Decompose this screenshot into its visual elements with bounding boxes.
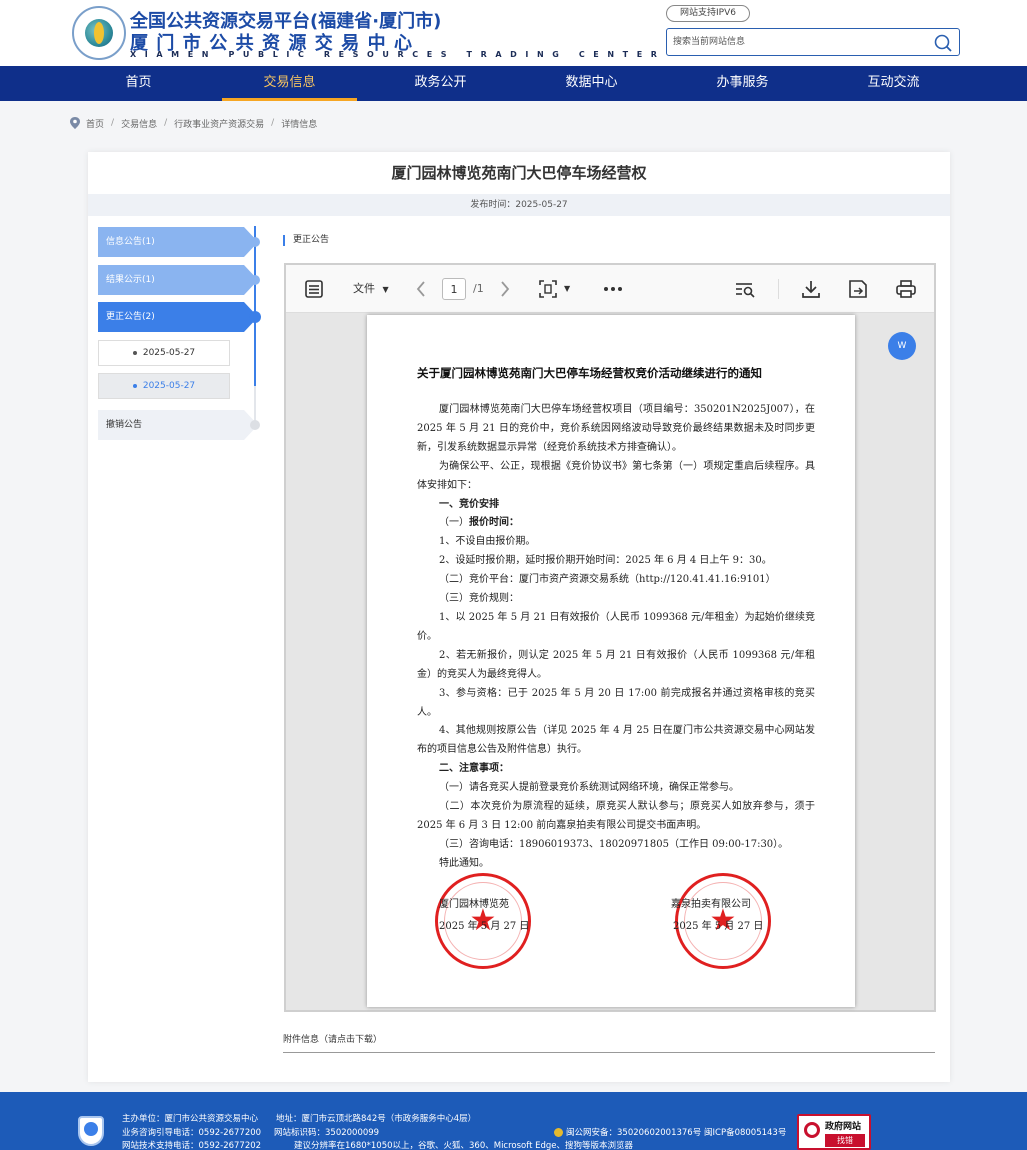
timeline-dot-active [249, 311, 261, 323]
site-subtitle-en: XIAMEN PUBLIC RESOURCES TRADING CENTER [130, 50, 666, 59]
page-title: 厦门园林博览苑南门大巴停车场经营权 [391, 164, 647, 182]
attachment-label: 附件信息（请点击下载） [283, 1035, 383, 1045]
breadcrumb-asset-trade[interactable]: 行政事业资产资源交易 [174, 117, 264, 130]
search-box [666, 28, 960, 56]
doc-line: 特此通知。 [439, 857, 489, 869]
document-title: 关于厦门园林博览苑南门大巴停车场经营权竞价活动继续进行的通知 [417, 366, 762, 380]
sidebar-subitem-date[interactable]: 2025-05-27 [98, 340, 230, 366]
breadcrumb-home[interactable]: 首页 [86, 117, 104, 130]
timeline-dot [250, 237, 260, 247]
page-total: /1 [473, 282, 484, 295]
doc-line: （二）本次竞价为原流程的延续，原竞买人默认参与；原竞买人如放弃参与，须于 202… [417, 801, 815, 831]
breadcrumb: 首页 / 交易信息 / 行政事业资产资源交易 / 详情信息 [70, 115, 317, 131]
detail-card: 厦门园林博览苑南门大巴停车场经营权 发布时间：2025-05-27 信息公告(1… [88, 152, 950, 1082]
breadcrumb-separator: / [271, 118, 275, 128]
search-document-icon[interactable] [734, 279, 756, 299]
doc-line: 3、参与资格：已于 2025 年 5 月 20 日 17:00 前完成报名并通过… [417, 687, 815, 718]
timeline-dot [250, 420, 260, 430]
breadcrumb-separator: / [164, 118, 168, 128]
prev-page-icon[interactable] [414, 279, 428, 299]
pdf-toolbar: 文件 ▼ /1 ▼ [286, 265, 934, 313]
doc-line: 2、若无新报价，则认定 2025 年 5 月 21 日有效报价（人民币 1099… [417, 649, 815, 680]
doc-line: （二）竞价平台：厦门市资产资源交易系统（http://120.41.41.16:… [439, 574, 776, 586]
doc-paragraph: 厦门园林博览苑南门大巴停车场经营权项目（项目编号：350201N2025J007… [417, 404, 815, 453]
search-input[interactable] [673, 33, 923, 51]
doc-line: 1、不设自由报价期。 [439, 536, 536, 548]
section-label: 更正公告 [283, 235, 329, 246]
footer-address: 地址：厦门市云顶北路842号（市政务服务中心4层） [276, 1114, 477, 1124]
magnifier-icon [804, 1122, 820, 1138]
site-header: 全国公共资源交易平台(福建省·厦门市) 厦门市公共资源交易中心 XIAMEN P… [0, 0, 1027, 66]
signature-left: 厦门园林博览苑 [439, 899, 509, 910]
doc-line: 4、其他规则按原公告（详见 2025 年 4 月 25 日在厦门市公共资源交易中… [417, 725, 815, 756]
print-icon[interactable] [895, 279, 917, 299]
doc-paragraph: 为确保公平、公正，现根据《竞价协议书》第七条第（一）项规定重启后续程序。具体安排… [417, 460, 815, 491]
doc-line: 1、以 2025 年 5 月 21 日有效报价（人民币 1099368 元/年租… [417, 611, 815, 642]
nav-gov-affairs[interactable]: 政务公开 [365, 66, 516, 101]
party-gov-emblem-icon[interactable] [78, 1116, 104, 1146]
doc-line: （一）请各竞买人提前登录竞价系统测试网络环境，确保正常参与。 [439, 782, 739, 794]
timeline-line [254, 226, 256, 386]
pdf-viewer: 文件 ▼ /1 ▼ [284, 263, 936, 1012]
download-icon[interactable] [800, 279, 822, 299]
doc-line: 2、设延时报价期，延时报价期开始时间：2025 年 6 月 4 日上午 9：30… [439, 555, 772, 567]
main-nav: 首页 交易信息 政务公开 数据中心 办事服务 互动交流 [0, 66, 1027, 101]
signature-date-right: 2025 年 5 月 27 日 [673, 921, 764, 932]
sidebar-item-correction-notice[interactable]: 更正公告(2) [98, 302, 258, 332]
ipv6-badge: 网站支持IPV6 [666, 5, 750, 22]
footer-hotline: 业务咨询引导电话：0592-2677200 [122, 1128, 262, 1138]
search-icon[interactable] [933, 33, 953, 53]
breadcrumb-separator: / [111, 118, 115, 128]
site-logo-icon[interactable] [72, 6, 126, 60]
gov-site-error-badge[interactable]: 政府网站 找错 [797, 1114, 871, 1150]
nav-home[interactable]: 首页 [63, 66, 214, 101]
footer-police-record[interactable]: 闽公网安备：35020602001376号 [554, 1126, 701, 1138]
location-pin-icon [70, 117, 80, 129]
document-body: 厦门园林博览苑南门大巴停车场经营权项目（项目编号：350201N2025J007… [417, 401, 815, 874]
footer-sponsor: 主办单位：厦门市公共资源交易中心 [122, 1114, 259, 1124]
caret-down-icon: ▼ [382, 285, 389, 294]
footer-icp[interactable]: 闽ICP备08005143号 [704, 1126, 786, 1138]
signature-date-left: 2025 年 5 月 27 日 [439, 921, 530, 932]
doc-line: （三）咨询电话：18906019373、18020971805（工作日 09:0… [439, 838, 789, 850]
publish-time: 发布时间：2025-05-27 [88, 194, 950, 216]
sidebar-item-info-notice[interactable]: 信息公告(1) [98, 227, 258, 257]
footer-site-id: 网站标识码：3502000099 [274, 1128, 380, 1138]
doc-subheading: （一）报价时间： [439, 517, 519, 529]
breadcrumb-trade-info[interactable]: 交易信息 [121, 117, 157, 130]
next-page-icon[interactable] [498, 279, 512, 299]
signature-right: 嘉泉拍卖有限公司 [671, 899, 751, 910]
file-menu[interactable]: 文件 ▼ [353, 279, 389, 299]
police-badge-icon [554, 1128, 563, 1137]
nav-interaction[interactable]: 互动交流 [818, 66, 969, 101]
timeline-dot [250, 275, 260, 285]
doc-heading: 二、注意事项： [439, 763, 509, 775]
footer-tech-support: 网站技术支持电话：0592-2677202 [122, 1141, 262, 1150]
pdf-page: 关于厦门园林博览苑南门大巴停车场经营权竞价活动继续进行的通知 厦门园林博览苑南门… [367, 315, 855, 1007]
word-document-icon[interactable]: W [888, 332, 916, 360]
site-footer: 主办单位：厦门市公共资源交易中心 地址：厦门市云顶北路842号（市政务服务中心4… [0, 1092, 1027, 1150]
nav-data-center[interactable]: 数据中心 [516, 66, 667, 101]
sidebar-toggle-icon[interactable] [304, 279, 324, 299]
footer-browser-note: 建议分辨率在1680*1050以上，谷歌、火狐、360、Microsoft Ed… [294, 1141, 634, 1150]
doc-heading: 一、竞价安排 [439, 498, 499, 510]
toolbar-divider [778, 279, 779, 299]
fit-page-icon[interactable] [538, 279, 560, 299]
doc-line: （三）竞价规则： [439, 593, 519, 605]
breadcrumb-detail: 详情信息 [281, 119, 318, 130]
more-options-icon[interactable] [602, 279, 624, 299]
nav-trade-info[interactable]: 交易信息 [214, 66, 365, 101]
attachment-divider [283, 1052, 935, 1053]
caret-down-icon[interactable]: ▼ [564, 279, 570, 299]
page-number-input[interactable] [442, 278, 466, 300]
nav-services[interactable]: 办事服务 [667, 66, 818, 101]
save-icon[interactable] [847, 279, 869, 299]
sidebar-subitem-date-selected[interactable]: 2025-05-27 [98, 373, 230, 399]
sidebar-item-revoke-notice[interactable]: 撤销公告 [98, 410, 258, 440]
sidebar-item-result-notice[interactable]: 结果公示(1) [98, 265, 258, 295]
